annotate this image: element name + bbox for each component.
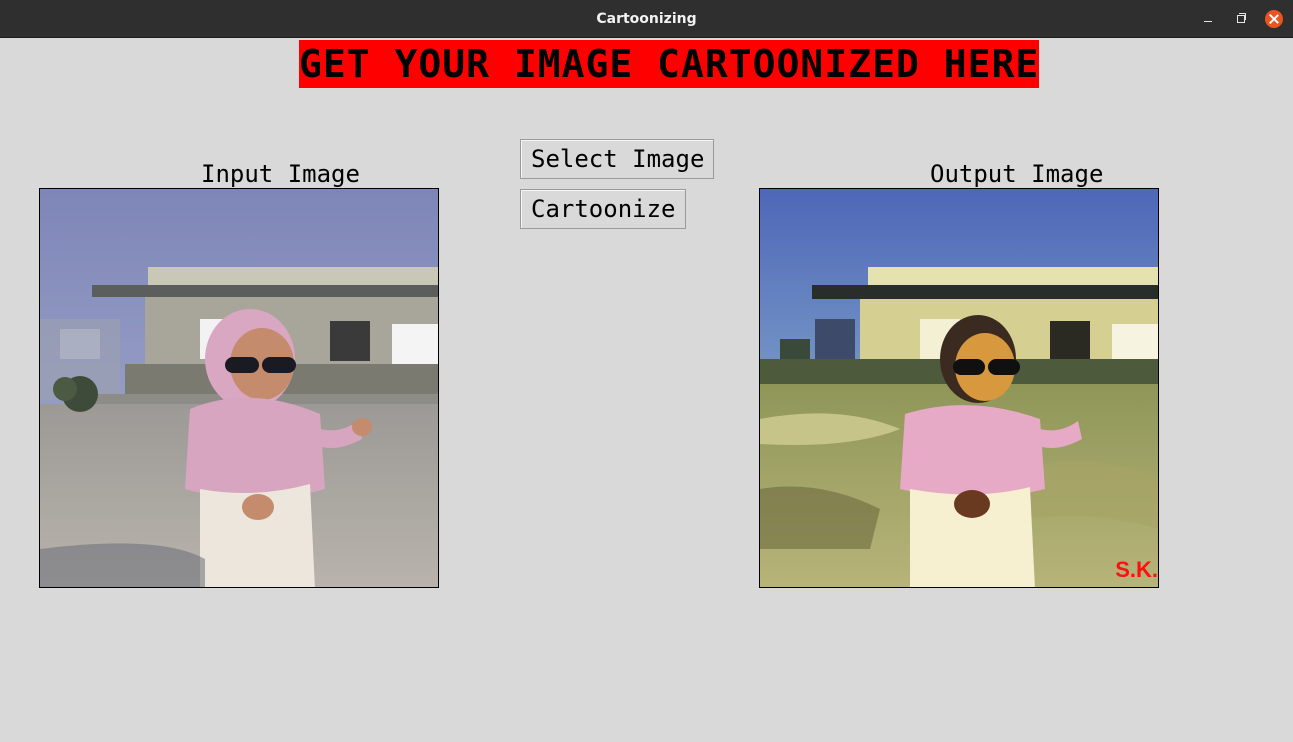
header-banner: GET YOUR IMAGE CARTOONIZED HERE! <box>299 40 1039 88</box>
output-photo <box>760 189 1158 587</box>
window-titlebar: Cartoonizing <box>0 0 1293 38</box>
minimize-icon <box>1204 20 1212 22</box>
restore-button[interactable] <box>1232 10 1250 28</box>
window-title: Cartoonizing <box>596 11 697 27</box>
cartoonize-button[interactable]: Cartoonize <box>520 189 686 229</box>
minimize-button[interactable] <box>1199 10 1217 28</box>
watermark-text: S.K. <box>1115 557 1158 582</box>
input-image-label: Input Image <box>199 160 362 188</box>
close-icon <box>1269 14 1279 24</box>
select-image-button[interactable]: Select Image <box>520 139 714 179</box>
input-photo <box>40 189 438 587</box>
input-image <box>39 188 439 588</box>
close-button[interactable] <box>1265 10 1283 28</box>
output-image: S.K. <box>759 188 1159 588</box>
restore-icon <box>1237 13 1246 23</box>
output-image-label: Output Image <box>928 160 1106 188</box>
